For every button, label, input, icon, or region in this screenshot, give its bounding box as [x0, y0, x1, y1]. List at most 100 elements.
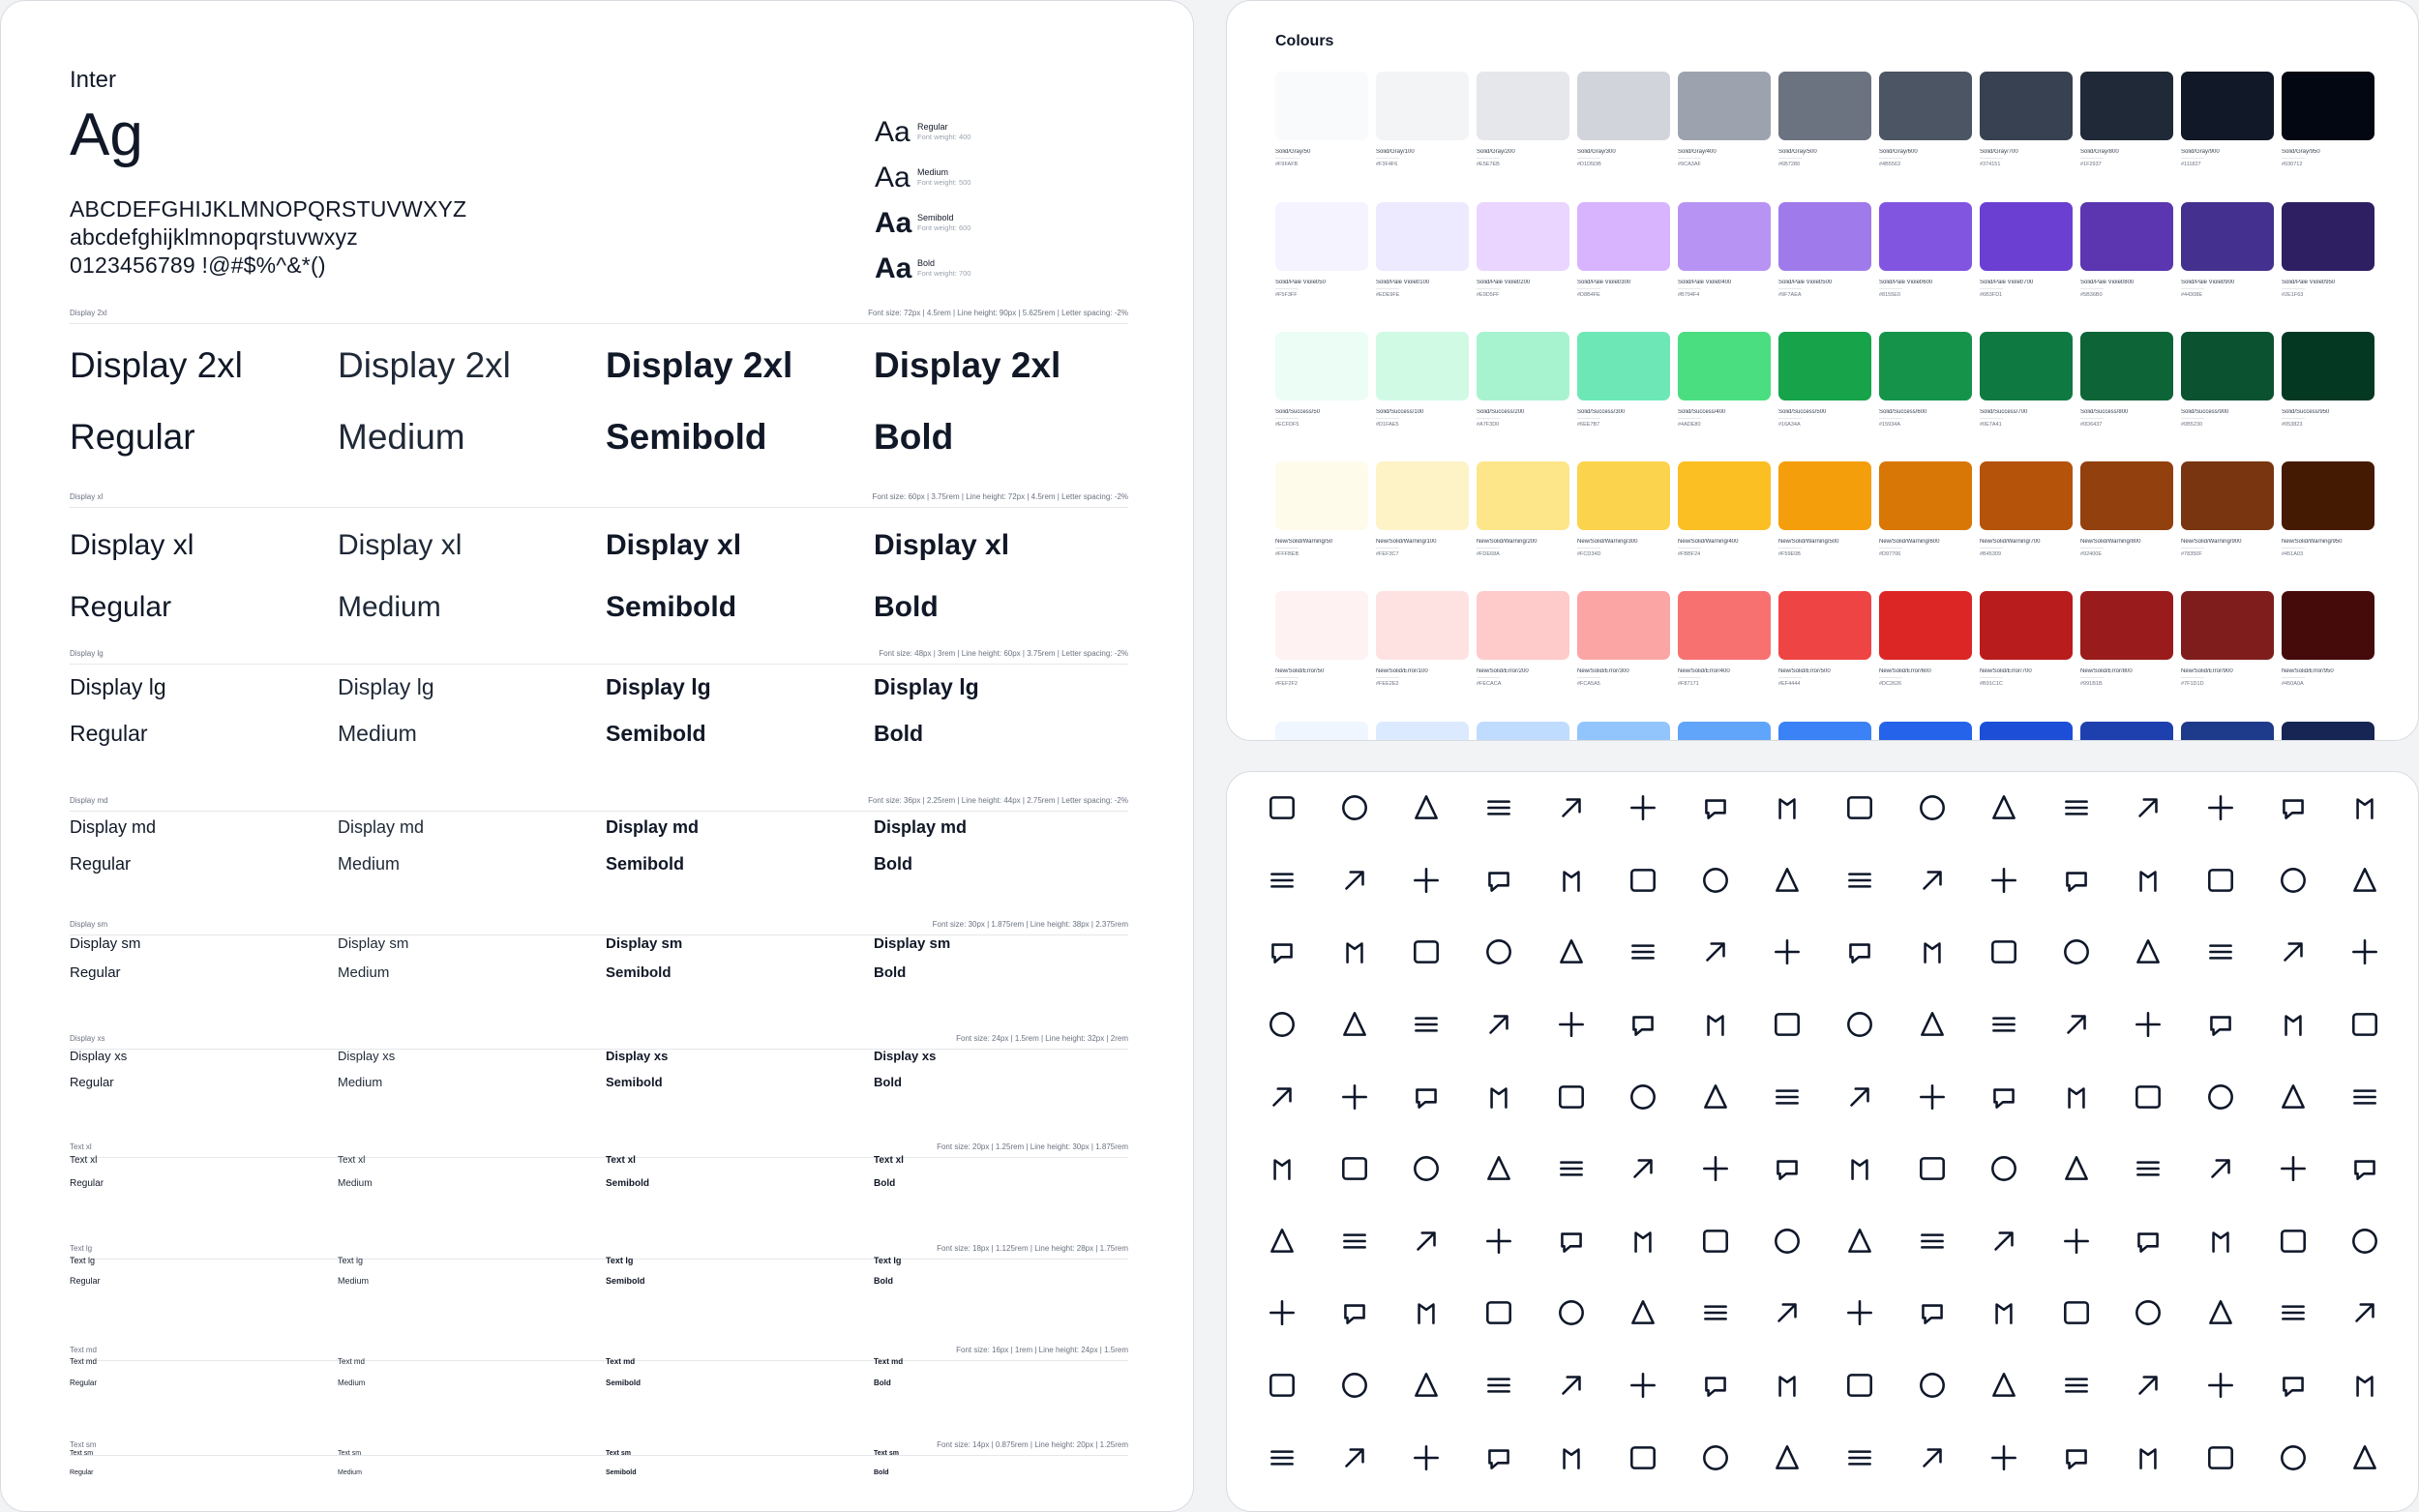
map-pause-icon: [1535, 1060, 1607, 1133]
type-scale-label: Display lg: [70, 649, 104, 658]
columns-line-icon: [1680, 845, 1752, 917]
phone-icon: [2329, 772, 2402, 845]
navigation-down-icon: [1319, 1277, 1391, 1349]
swatch-hex: #F9FAFB: [1275, 162, 1299, 167]
swatch-hex: #5B36B0: [2080, 292, 2103, 298]
map-up-icon: [2041, 1060, 2113, 1133]
swatch-hex: #FEF2F2: [1275, 681, 1298, 687]
type-scale-section: Text sm Font size: 14px | 0.875rem | Line…: [70, 1440, 1128, 1476]
colours-card: Colours Solid/Gray/50 #F9FAFB Solid/Gray/1…: [1226, 0, 2419, 741]
font-family-name: Inter: [70, 67, 117, 93]
colour-swatch: [1577, 722, 1670, 740]
swatch-item: New/Solid/Warning/700 #B45309: [1980, 461, 2073, 557]
swatch-item: Solid/Gray/50 #F9FAFB: [1275, 72, 1368, 167]
swatch-name: Solid/Pale Violet/700: [1980, 280, 2034, 285]
swatch-item: Solid/Pale Violet/50 #F5F3FF: [1275, 202, 1368, 298]
swatch-hex: #4B5563: [1879, 162, 1901, 167]
swatch-hex: #6EE7B7: [1577, 422, 1600, 428]
swatch-name: New/Solid/Error/900: [2181, 668, 2233, 674]
swatch-item: Solid/Gray/600 #4B5563: [1879, 72, 1972, 167]
laurel-wreath-3-icon: [1896, 845, 1968, 917]
swatch-item: New/Solid/Warning/500 #F59E0B: [1778, 461, 1871, 557]
lock-icon: [1680, 989, 1752, 1061]
parking-circle-icon: [1535, 1349, 1607, 1422]
navigation-exclamation-icon: [1390, 1277, 1463, 1349]
swatch-name: Solid/Pale Violet/400: [1678, 280, 1732, 285]
sample-text: Display xl: [338, 529, 463, 561]
swatch-divider: [1477, 158, 1500, 159]
weight-label: Bold: [874, 1276, 893, 1286]
weight-medium: Aa Medium Font weight: 500: [875, 155, 1049, 200]
sample-text: Display lg: [606, 674, 711, 699]
laurel-wreath-2-icon: [1824, 845, 1896, 917]
swatch-item: Solid/Pale Violet/900 #44308E: [2181, 202, 2274, 298]
swatch-name: New/Solid/Error/950: [2282, 668, 2334, 674]
type-scale-label: Text xl: [70, 1142, 92, 1151]
weight-label: Semibold: [606, 1469, 637, 1476]
colour-swatch: [1376, 722, 1469, 740]
swatch-hex: #FCD34D: [1577, 551, 1601, 557]
swatch-name: New/Solid/Error/200: [1477, 668, 1529, 674]
weight-label: Medium: [338, 1075, 383, 1089]
swatch-hex: #F59E0B: [1778, 551, 1801, 557]
swatch-hex: #F87171: [1678, 681, 1699, 687]
pencil-check-icon: [2041, 1349, 2113, 1422]
weight-sample: Aa: [875, 252, 912, 284]
layout-sidebar-right-icon: [2256, 845, 2329, 917]
swatch-divider: [2282, 418, 2305, 419]
weight-label: Semibold: [606, 1178, 650, 1189]
swatch-hex: #16A34A: [1778, 422, 1801, 428]
colour-swatch: [1477, 722, 1569, 740]
weight-name: Bold: [917, 258, 936, 268]
music-discount-icon: [1463, 1205, 1536, 1278]
type-scale-section: Display sm Font size: 30px | 1.875rem | L…: [70, 920, 1128, 981]
weight-name: Regular: [917, 122, 948, 132]
colour-swatch: [2080, 72, 2173, 140]
layout-navbar-icon: [2112, 845, 2185, 917]
packages-icon: [1319, 1349, 1391, 1422]
colour-swatch: [1879, 72, 1972, 140]
colour-swatch: [2282, 722, 2374, 740]
pentagon-icon: [1390, 1421, 1463, 1494]
swatch-name: New/Solid/Error/300: [1577, 668, 1629, 674]
icon-grid: [1246, 772, 2402, 1494]
logs-icon: [1824, 989, 1896, 1061]
pht-off-icon: [1390, 772, 1463, 845]
weight-row: Regular Medium Semibold Bold: [70, 1379, 1128, 1387]
message-reply-icon: [1535, 1133, 1607, 1205]
swatch-item: New/Solid/Error/900 #7F1D1D: [2181, 591, 2274, 687]
navigation-dollar-icon: [1246, 1277, 1319, 1349]
sample-row: Text md Text md Text md Text md: [70, 1357, 1128, 1366]
swatch-row: Solid/Success/50 #ECFDF5 Solid/Success/100…: [1275, 332, 2374, 428]
music-pause-icon: [1896, 1205, 1968, 1278]
swatch-hex: #374151: [1980, 162, 2001, 167]
colour-swatch: [2181, 72, 2274, 140]
mist-off-icon: [2185, 1133, 2257, 1205]
weight-row: Regular Medium Semibold Bold: [70, 1469, 1128, 1476]
leaf-icon: [2329, 845, 2402, 917]
type-scale-label: Display md: [70, 796, 108, 805]
lighter-icon: [1390, 916, 1463, 989]
colour-swatch: [1376, 332, 1469, 400]
map-star-icon: [1968, 1060, 2041, 1133]
music-share-icon: [2256, 1205, 2329, 1278]
colour-swatch: [2080, 202, 2173, 271]
sample-text: Display lg: [874, 674, 979, 699]
swatch-hex: #0E7A41: [1980, 422, 2002, 428]
location-bolt-icon: [1824, 916, 1896, 989]
swatch-name: Solid/Gray/800: [2080, 149, 2119, 155]
swatch-divider: [2080, 677, 2104, 678]
colour-swatch: [2080, 591, 2173, 660]
swatch-hex: #FBBF24: [1678, 551, 1701, 557]
location-star-icon: [1319, 989, 1391, 1061]
sample-text: Display md: [338, 817, 425, 837]
weight-label: Medium: [338, 417, 465, 457]
swatch-item: Solid/Gray/800 #1F2937: [2080, 72, 2173, 167]
swatch-row: New/Solid/Warning/50 #FFFBEB New/Solid/War…: [1275, 461, 2374, 557]
lock-open-icon: [1607, 989, 1680, 1061]
progress-5-icon: [2041, 1421, 2113, 1494]
sample-text: Text xl: [338, 1155, 366, 1166]
swatch-divider: [2282, 158, 2305, 159]
swatch-name: Solid/Success/500: [1778, 409, 1827, 415]
swatch-name: New/Solid/Error/50: [1275, 668, 1325, 674]
